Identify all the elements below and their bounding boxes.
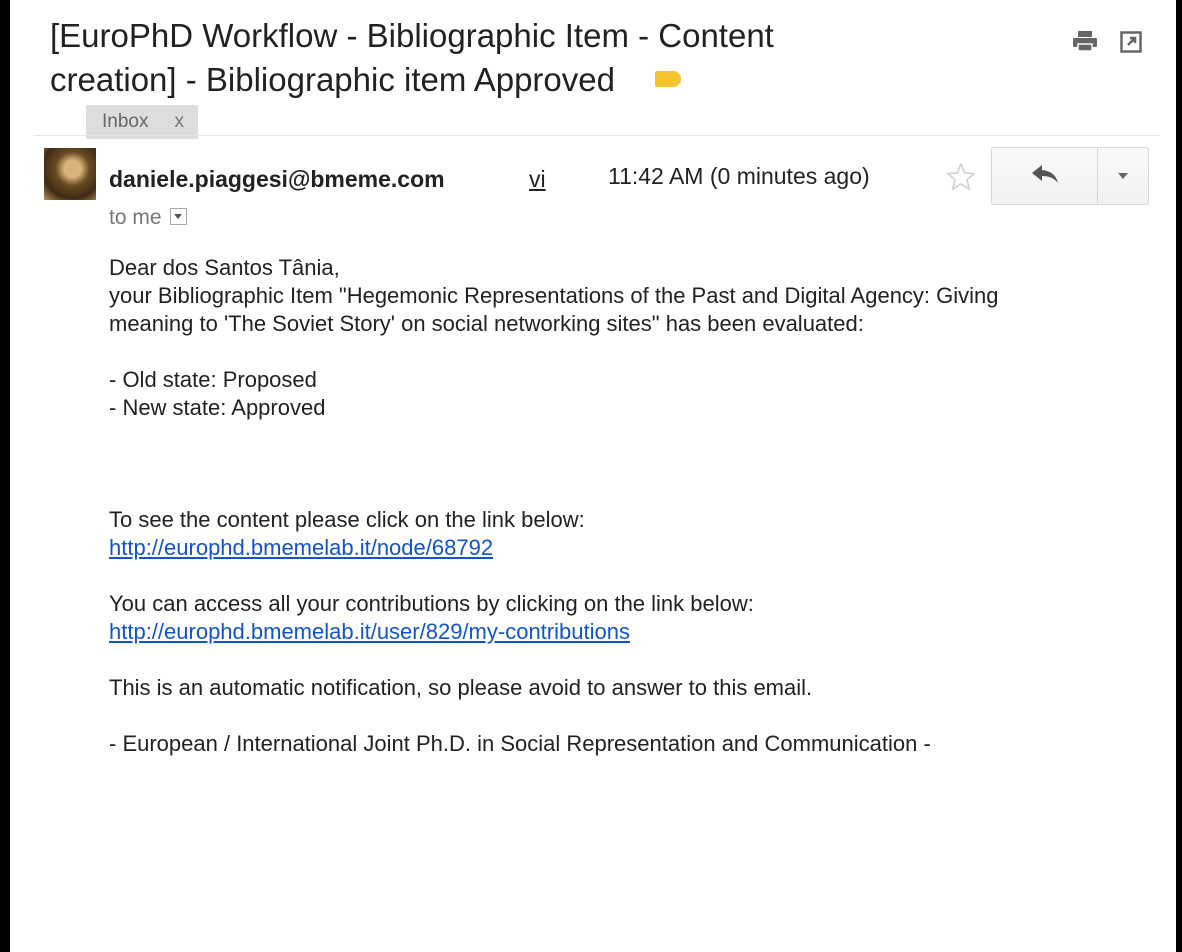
sender-email[interactable]: daniele.piaggesi@bmeme.com	[109, 166, 445, 193]
email-subject: [EuroPhD Workflow - Bibliographic Item -…	[50, 14, 810, 146]
automatic-notice: This is an automatic notification, so pl…	[109, 675, 813, 700]
star-icon[interactable]	[945, 161, 977, 198]
reply-icon	[1030, 163, 1060, 190]
message-body: Dear dos Santos Tânia, your Bibliographi…	[109, 254, 1069, 758]
access-contributions-text: You can access all your contributions by…	[109, 591, 754, 616]
reply-button[interactable]	[992, 148, 1099, 204]
more-actions-button[interactable]	[1098, 148, 1148, 204]
message-time: 11:42 AM (0 minutes ago)	[608, 163, 870, 189]
greeting: Dear dos Santos Tânia,	[109, 255, 340, 280]
print-icon[interactable]	[1072, 30, 1098, 57]
intro-paragraph: your Bibliographic Item "Hegemonic Repre…	[109, 283, 999, 336]
content-link[interactable]: http://europhd.bmemelab.it/node/68792	[109, 535, 493, 560]
see-content-text: To see the content please click on the l…	[109, 507, 585, 532]
email-view: [EuroPhD Workflow - Bibliographic Item -…	[10, 0, 1176, 952]
new-window-icon[interactable]	[1120, 31, 1142, 58]
importance-tag-icon[interactable]	[654, 71, 681, 88]
chevron-down-icon	[1117, 167, 1129, 185]
avatar[interactable]	[44, 148, 96, 200]
recipient-text: to me	[109, 206, 162, 229]
details-dropdown[interactable]	[169, 207, 187, 225]
contributions-link[interactable]: http://europhd.bmemelab.it/user/829/my-c…	[109, 619, 630, 644]
via-link[interactable]: vi	[529, 166, 546, 193]
old-state: - Old state: Proposed	[109, 367, 317, 392]
header-divider	[34, 135, 1160, 136]
reply-button-group	[991, 147, 1149, 205]
signature: - European / International Joint Ph.D. i…	[109, 731, 931, 756]
new-state: - New state: Approved	[109, 395, 326, 420]
recipient-line: to me	[109, 206, 187, 230]
